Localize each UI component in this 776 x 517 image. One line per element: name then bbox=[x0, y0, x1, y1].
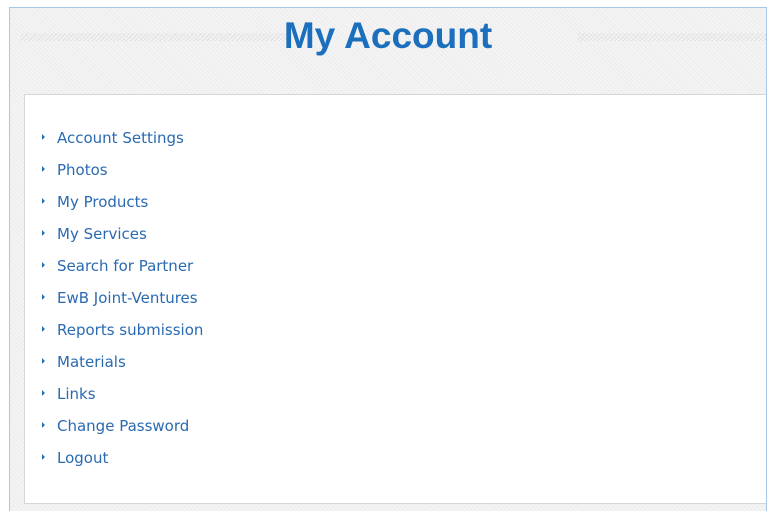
search-for-partner-link[interactable]: Search for Partner bbox=[57, 257, 193, 275]
change-password-link[interactable]: Change Password bbox=[57, 417, 189, 435]
bullet-arrow-icon bbox=[42, 134, 45, 140]
menu-item-my-products: My Products bbox=[42, 186, 203, 218]
links-link[interactable]: Links bbox=[57, 385, 96, 403]
account-menu: Account Settings Photos My Products My S… bbox=[42, 122, 203, 474]
bullet-arrow-icon bbox=[42, 422, 45, 428]
menu-item-reports-submission: Reports submission bbox=[42, 314, 203, 346]
account-settings-link[interactable]: Account Settings bbox=[57, 129, 184, 147]
page-header: My Account bbox=[10, 8, 766, 68]
photos-link[interactable]: Photos bbox=[57, 161, 108, 179]
logout-link[interactable]: Logout bbox=[57, 449, 108, 467]
menu-item-search-for-partner: Search for Partner bbox=[42, 250, 203, 282]
page-title: My Account bbox=[283, 15, 493, 56]
bullet-arrow-icon bbox=[42, 358, 45, 364]
bullet-arrow-icon bbox=[42, 326, 45, 332]
menu-item-links: Links bbox=[42, 378, 203, 410]
my-products-link[interactable]: My Products bbox=[57, 193, 148, 211]
my-services-link[interactable]: My Services bbox=[57, 225, 147, 243]
bullet-arrow-icon bbox=[42, 198, 45, 204]
menu-item-photos: Photos bbox=[42, 154, 203, 186]
menu-item-my-services: My Services bbox=[42, 218, 203, 250]
ewb-joint-ventures-link[interactable]: EwB Joint-Ventures bbox=[57, 289, 198, 307]
menu-item-logout: Logout bbox=[42, 442, 203, 474]
menu-item-ewb-joint-ventures: EwB Joint-Ventures bbox=[42, 282, 203, 314]
menu-item-change-password: Change Password bbox=[42, 410, 203, 442]
bullet-arrow-icon bbox=[42, 390, 45, 396]
bullet-arrow-icon bbox=[42, 294, 45, 300]
menu-item-account-settings: Account Settings bbox=[42, 122, 203, 154]
materials-link[interactable]: Materials bbox=[57, 353, 126, 371]
menu-item-materials: Materials bbox=[42, 346, 203, 378]
bullet-arrow-icon bbox=[42, 230, 45, 236]
bullet-arrow-icon bbox=[42, 262, 45, 268]
reports-submission-link[interactable]: Reports submission bbox=[57, 321, 203, 339]
account-frame: My Account Account Settings Photos My Pr… bbox=[9, 7, 767, 511]
bullet-arrow-icon bbox=[42, 166, 45, 172]
account-menu-panel: Account Settings Photos My Products My S… bbox=[24, 94, 766, 504]
bullet-arrow-icon bbox=[42, 454, 45, 460]
